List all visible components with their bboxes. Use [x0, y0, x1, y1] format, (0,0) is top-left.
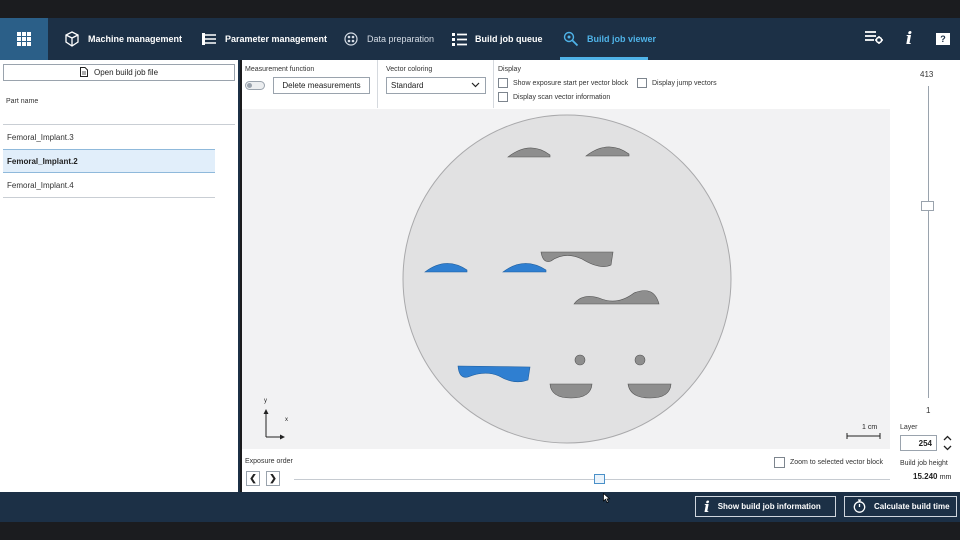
build-plate-svg: [263, 114, 881, 444]
vector-coloring-label: Vector coloring: [386, 66, 433, 73]
display-jump-vectors-checkbox[interactable]: Display jump vectors: [637, 78, 717, 88]
exposure-slider-thumb[interactable]: [594, 474, 605, 484]
zoom-to-vector-block-checkbox[interactable]: Zoom to selected vector block: [774, 457, 883, 468]
list-item[interactable]: Femoral_Implant.3: [3, 126, 215, 150]
cube-icon: [64, 31, 80, 47]
measurement-toggle[interactable]: [245, 81, 265, 90]
tab-label: Data preparation: [367, 34, 435, 44]
scale-bar: [846, 433, 881, 439]
chevron-up-icon: [943, 435, 951, 441]
part-name-header: Part name: [6, 98, 39, 105]
toolbar-divider: [377, 60, 378, 108]
checkbox-box: [498, 92, 508, 102]
display-scan-vector-checkbox[interactable]: Display scan vector information: [498, 92, 610, 102]
info-icon: i: [704, 497, 710, 516]
tab-label: Build job viewer: [587, 34, 657, 44]
vector-coloring-value: Standard: [391, 81, 424, 90]
layer-slider-thumb[interactable]: [921, 201, 934, 211]
vector-coloring-select[interactable]: Standard: [386, 77, 486, 94]
button-label: Calculate build time: [874, 502, 950, 511]
checkbox-box: [637, 78, 647, 88]
tab-label: Build job queue: [475, 34, 543, 44]
exposure-slider-track[interactable]: [294, 479, 890, 480]
tab-label: Parameter management: [225, 34, 328, 44]
tab-data-preparation[interactable]: Data preparation: [343, 18, 434, 60]
part-contour[interactable]: [634, 354, 646, 366]
tab-build-job-queue[interactable]: Build job queue: [451, 18, 543, 60]
axis-x-label: x: [285, 417, 288, 423]
app-window: Machine management Parameter management …: [0, 0, 960, 540]
tab-parameter-management[interactable]: Parameter management: [201, 18, 327, 60]
mouse-cursor-icon: [603, 493, 611, 503]
list-item[interactable]: Femoral_Implant.4: [3, 174, 215, 198]
layer-input[interactable]: 254: [900, 435, 937, 451]
checkbox-box: [498, 78, 508, 88]
chevron-down-icon: [943, 445, 951, 451]
settings-list-button[interactable]: [864, 29, 884, 49]
top-navigation-bar: Machine management Parameter management …: [0, 18, 960, 60]
layer-min-label: 1: [926, 406, 931, 415]
layer-label: Layer: [900, 424, 918, 431]
tab-machine-management[interactable]: Machine management: [64, 18, 182, 60]
layer-slider-track[interactable]: [928, 86, 929, 398]
show-exposure-start-checkbox[interactable]: Show exposure start per vector block: [498, 78, 628, 88]
top-strip: [0, 0, 960, 18]
axis-indicator-icon: [263, 409, 285, 440]
list-item-selected[interactable]: Femoral_Implant.2: [3, 149, 215, 173]
calculate-build-time-button[interactable]: Calculate build time: [844, 496, 957, 517]
stopwatch-icon: [853, 498, 866, 515]
layer-max-label: 413: [920, 70, 934, 79]
apps-grid-button[interactable]: [0, 18, 48, 60]
measurement-function-label: Measurement function: [245, 66, 315, 73]
build-job-viewer-panel: Measurement function Delete measurements…: [242, 60, 960, 492]
settings-list-icon: [865, 30, 883, 49]
checkbox-label: Display jump vectors: [652, 79, 717, 87]
build-height-value: 15.240 mm: [913, 472, 951, 481]
checkbox-label: Show exposure start per vector block: [513, 79, 629, 87]
build-height-label: Build job height: [900, 460, 948, 467]
exposure-order-label: Exposure order: [245, 458, 293, 465]
help-button[interactable]: ?: [933, 29, 953, 49]
layer-down-button[interactable]: [942, 444, 952, 452]
checkbox-label: Zoom to selected vector block: [790, 459, 883, 466]
build-height-unit: mm: [939, 474, 952, 481]
bottom-strip: [0, 522, 960, 540]
scale-label: 1 cm: [862, 424, 878, 431]
exposure-next-button[interactable]: ❯: [266, 471, 280, 486]
toolbar-divider: [493, 60, 494, 108]
viewer-search-icon: [563, 31, 579, 47]
checkbox-label: Display scan vector information: [513, 93, 611, 101]
build-height-number: 15.240: [913, 472, 938, 481]
bottom-action-bar: i Show build job information Calculate b…: [0, 492, 960, 522]
build-plate-canvas[interactable]: x y 1 cm: [242, 109, 890, 449]
dots-circle-icon: [343, 31, 359, 47]
info-button[interactable]: i: [899, 29, 919, 49]
display-label: Display: [498, 66, 521, 73]
delete-measurements-button[interactable]: Delete measurements: [273, 77, 370, 94]
open-button-label: Open build job file: [93, 68, 159, 77]
list-lines-icon: [201, 31, 217, 47]
part-list-panel: Open build job file Part name Femoral_Im…: [0, 60, 240, 492]
header-divider: [3, 124, 235, 125]
grid-icon: [17, 32, 31, 46]
open-build-job-button[interactable]: Open build job file: [3, 64, 235, 81]
axis-y-label: y: [264, 398, 267, 404]
checkbox-box: [774, 457, 785, 468]
layer-up-button[interactable]: [942, 434, 952, 442]
button-label: Show build job information: [717, 502, 821, 511]
chevron-down-icon: [471, 81, 480, 90]
help-icon: ?: [936, 33, 950, 45]
part-contour[interactable]: [574, 354, 586, 366]
tab-build-job-viewer[interactable]: Build job viewer: [563, 18, 656, 60]
exposure-prev-button[interactable]: ❮: [246, 471, 260, 486]
tab-label: Machine management: [88, 34, 183, 44]
info-icon: i: [905, 29, 913, 49]
file-icon: [79, 66, 88, 79]
queue-list-icon: [451, 31, 467, 47]
show-build-job-info-button[interactable]: i Show build job information: [695, 496, 836, 517]
